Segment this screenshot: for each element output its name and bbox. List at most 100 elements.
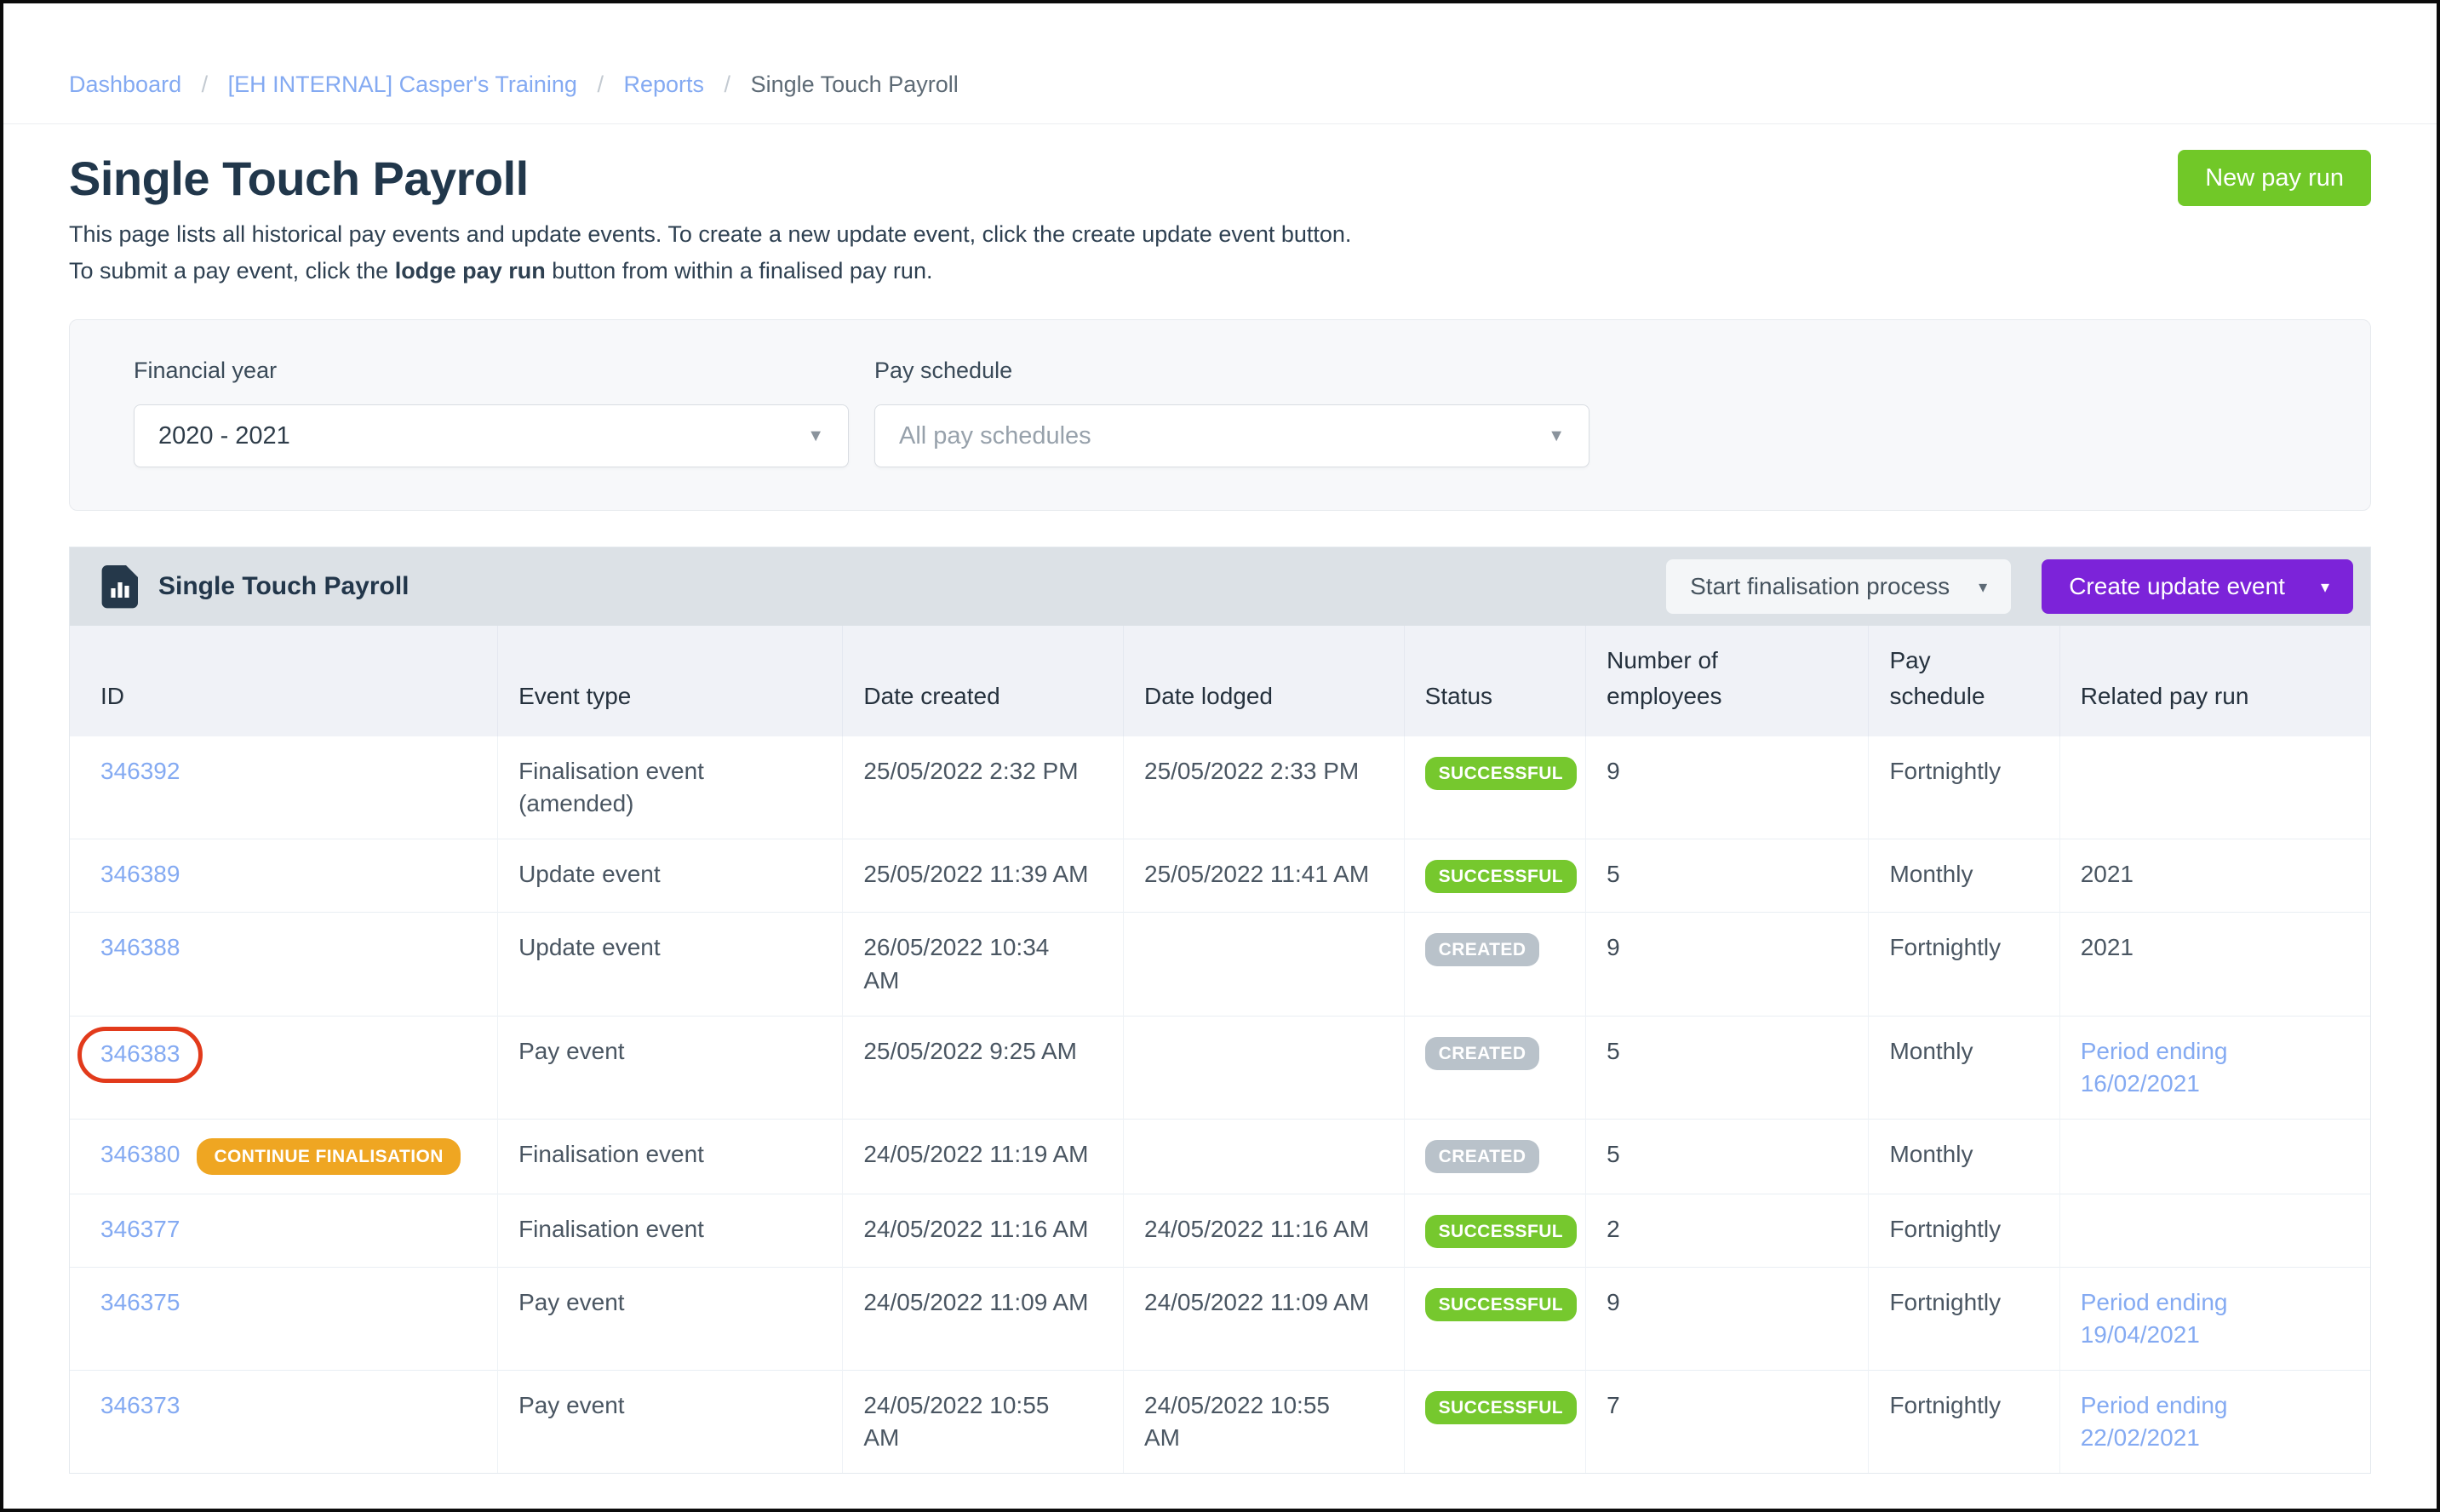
date-lodged-cell bbox=[1123, 912, 1405, 1017]
date-lodged-cell: 24/05/2022 11:09 AM bbox=[1123, 1266, 1405, 1371]
caret-down-icon: ▾ bbox=[1979, 577, 1988, 597]
row-id-link[interactable]: 346389 bbox=[100, 861, 180, 887]
event-type-cell: Update event bbox=[497, 839, 843, 913]
employees-cell: 9 bbox=[1585, 736, 1869, 839]
table-row: 346380 CONTINUE FINALISATION Finalisation… bbox=[70, 1118, 2370, 1194]
id-cell: 346388 bbox=[70, 912, 498, 1017]
row-id-link[interactable]: 346373 bbox=[100, 1392, 180, 1418]
stp-events-table-section: Single Touch Payroll Start finalisation … bbox=[69, 547, 2371, 1475]
pay-schedule-placeholder: All pay schedules bbox=[899, 421, 1091, 450]
related-pay-run-text: 2021 bbox=[2080, 934, 2134, 961]
date-created-cell: 24/05/2022 11:09 AM bbox=[842, 1266, 1124, 1371]
status-cell: SUCCESSFUL bbox=[1403, 839, 1586, 913]
date-lodged-cell: 25/05/2022 11:41 AM bbox=[1123, 839, 1405, 913]
table-row: 346392 Finalisation event (amended) 25/0… bbox=[70, 736, 2370, 839]
financial-year-value: 2020 - 2021 bbox=[158, 421, 290, 450]
pay-schedule-label: Pay schedule bbox=[874, 358, 1013, 384]
event-type-cell: Pay event bbox=[497, 1266, 843, 1371]
related-pay-run-text: 2021 bbox=[2080, 861, 2134, 888]
table-row: 346389 Update event 25/05/2022 11:39 AM … bbox=[70, 839, 2370, 913]
table-row: 346377 Finalisation event 24/05/2022 11:… bbox=[70, 1193, 2370, 1268]
status-badge: SUCCESSFUL bbox=[1424, 1214, 1577, 1248]
filters-panel: Financial year 2020 - 2021 ▼ Pay schedul… bbox=[69, 319, 2371, 512]
stp-events-table: ID Event type Date created Date lodged S… bbox=[70, 626, 2370, 1474]
breadcrumb-separator: / bbox=[201, 72, 209, 97]
date-created-cell: 24/05/2022 11:16 AM bbox=[842, 1193, 1124, 1268]
page-title: Single Touch Payroll bbox=[69, 151, 529, 205]
table-row: 346388 Update event 26/05/2022 10:34 AM … bbox=[70, 912, 2370, 1017]
financial-year-select[interactable]: 2020 - 2021 ▼ bbox=[134, 404, 849, 468]
related-pay-run-cell bbox=[2059, 1118, 2370, 1194]
row-id-link[interactable]: 346392 bbox=[100, 758, 180, 784]
breadcrumb-separator: / bbox=[597, 72, 604, 97]
col-header-status: Status bbox=[1403, 626, 1586, 737]
status-badge: SUCCESSFUL bbox=[1424, 1390, 1577, 1424]
col-header-employees: Number of employees bbox=[1585, 626, 1869, 737]
pay-schedule-cell: Fortnightly bbox=[1868, 736, 2060, 839]
status-badge: SUCCESSFUL bbox=[1424, 860, 1577, 894]
caret-down-icon: ▼ bbox=[1548, 426, 1565, 445]
table-row: 346373 Pay event 24/05/2022 10:55 AM 24/… bbox=[70, 1369, 2370, 1474]
related-pay-run-cell: Period ending 19/04/2021 bbox=[2059, 1266, 2370, 1371]
id-cell: 346377 bbox=[70, 1193, 498, 1268]
table-row: 346383 Pay event 25/05/2022 9:25 AM CREA… bbox=[70, 1015, 2370, 1120]
employees-cell: 7 bbox=[1585, 1369, 1869, 1474]
employees-cell: 5 bbox=[1585, 1015, 1869, 1120]
date-created-cell: 24/05/2022 10:55 AM bbox=[842, 1369, 1124, 1474]
row-id-link[interactable]: 346388 bbox=[100, 934, 180, 960]
id-cell: 346389 bbox=[70, 839, 498, 913]
col-header-pay-schedule: Pay schedule bbox=[1868, 626, 2060, 737]
pay-schedule-cell: Fortnightly bbox=[1868, 1193, 2060, 1268]
date-created-cell: 25/05/2022 11:39 AM bbox=[842, 839, 1124, 913]
event-type-cell: Update event bbox=[497, 912, 843, 1017]
row-id-link[interactable]: 346383 bbox=[77, 1026, 203, 1083]
event-type-cell: Finalisation event bbox=[497, 1118, 843, 1194]
related-pay-run-cell: Period ending 16/02/2021 bbox=[2059, 1015, 2370, 1120]
status-badge: SUCCESSFUL bbox=[1424, 757, 1577, 791]
related-pay-run-link[interactable]: Period ending 19/04/2021 bbox=[2081, 1289, 2228, 1348]
employees-cell: 5 bbox=[1585, 1118, 1869, 1194]
date-created-cell: 24/05/2022 11:19 AM bbox=[842, 1118, 1124, 1194]
pay-schedule-cell: Fortnightly bbox=[1868, 1369, 2060, 1474]
row-id-link[interactable]: 346375 bbox=[100, 1289, 180, 1315]
related-pay-run-link[interactable]: Period ending 22/02/2021 bbox=[2081, 1392, 2228, 1451]
date-lodged-cell bbox=[1123, 1118, 1405, 1194]
description-line-2: To submit a pay event, click the lodge p… bbox=[69, 257, 933, 284]
row-id-link[interactable]: 346377 bbox=[100, 1216, 180, 1242]
status-cell: SUCCESSFUL bbox=[1403, 1369, 1586, 1474]
table-title: Single Touch Payroll bbox=[158, 572, 410, 601]
related-pay-run-link[interactable]: Period ending 16/02/2021 bbox=[2081, 1038, 2228, 1097]
date-created-cell: 25/05/2022 2:32 PM bbox=[842, 736, 1124, 839]
status-badge: CREATED bbox=[1424, 1036, 1540, 1070]
pay-schedule-cell: Fortnightly bbox=[1868, 1266, 2060, 1371]
employees-cell: 9 bbox=[1585, 912, 1869, 1017]
related-pay-run-cell: 2021 bbox=[2059, 912, 2370, 1017]
pay-schedule-cell: Monthly bbox=[1868, 1015, 2060, 1120]
pay-schedule-cell: Fortnightly bbox=[1868, 912, 2060, 1017]
create-update-event-button[interactable]: Create update event ▾ bbox=[2042, 559, 2353, 615]
employees-cell: 2 bbox=[1585, 1193, 1869, 1268]
col-header-event-type: Event type bbox=[497, 626, 843, 737]
col-header-date-lodged: Date lodged bbox=[1123, 626, 1405, 737]
continue-finalisation-badge: CONTINUE FINALISATION bbox=[197, 1137, 461, 1175]
status-cell: CREATED bbox=[1403, 912, 1586, 1017]
id-cell: 346392 bbox=[70, 736, 498, 839]
pay-schedule-select[interactable]: All pay schedules ▼ bbox=[874, 404, 1589, 468]
caret-down-icon: ▾ bbox=[2320, 577, 2329, 597]
pay-schedule-cell: Monthly bbox=[1868, 839, 2060, 913]
new-pay-run-button[interactable]: New pay run bbox=[2178, 150, 2371, 206]
start-finalisation-button[interactable]: Start finalisation process ▾ bbox=[1666, 559, 2012, 615]
breadcrumb-separator: / bbox=[724, 72, 731, 97]
financial-year-label: Financial year bbox=[134, 358, 278, 384]
breadcrumb-link-reports[interactable]: Reports bbox=[623, 72, 704, 97]
row-id-link[interactable]: 346380 bbox=[100, 1141, 180, 1167]
related-pay-run-cell: Period ending 22/02/2021 bbox=[2059, 1369, 2370, 1474]
status-cell: SUCCESSFUL bbox=[1403, 736, 1586, 839]
related-pay-run-cell bbox=[2059, 736, 2370, 839]
event-type-cell: Finalisation event (amended) bbox=[497, 736, 843, 839]
breadcrumb-link-org[interactable]: [EH INTERNAL] Casper's Training bbox=[228, 72, 577, 97]
col-header-date-created: Date created bbox=[842, 626, 1124, 737]
related-pay-run-cell bbox=[2059, 1193, 2370, 1268]
breadcrumb-link-dashboard[interactable]: Dashboard bbox=[69, 72, 181, 97]
status-cell: SUCCESSFUL bbox=[1403, 1193, 1586, 1268]
